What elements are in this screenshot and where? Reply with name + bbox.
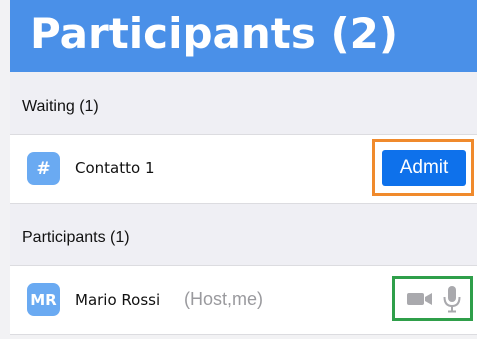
admit-button[interactable]: Admit — [382, 150, 466, 186]
participants-screen: Participants (2) Waiting (1) # Contatto … — [0, 0, 477, 339]
avatar: # — [27, 152, 60, 185]
waiting-section-label: Waiting (1) — [22, 98, 99, 115]
participant-name: Mario Rossi — [75, 291, 161, 309]
avatar: MR — [27, 283, 60, 316]
participants-section-header: Participants (1) — [10, 204, 477, 266]
participants-section-label: Participants (1) — [22, 229, 130, 246]
waiting-participant-name: Contatto 1 — [75, 159, 155, 177]
video-camera-icon[interactable] — [406, 287, 434, 309]
waiting-section-header: Waiting (1) — [10, 72, 477, 135]
participants-header: Participants (2) — [10, 0, 477, 72]
page-title: Participants (2) — [30, 9, 399, 58]
microphone-icon[interactable] — [441, 284, 463, 314]
participant-role: (Host,me) — [184, 289, 264, 309]
